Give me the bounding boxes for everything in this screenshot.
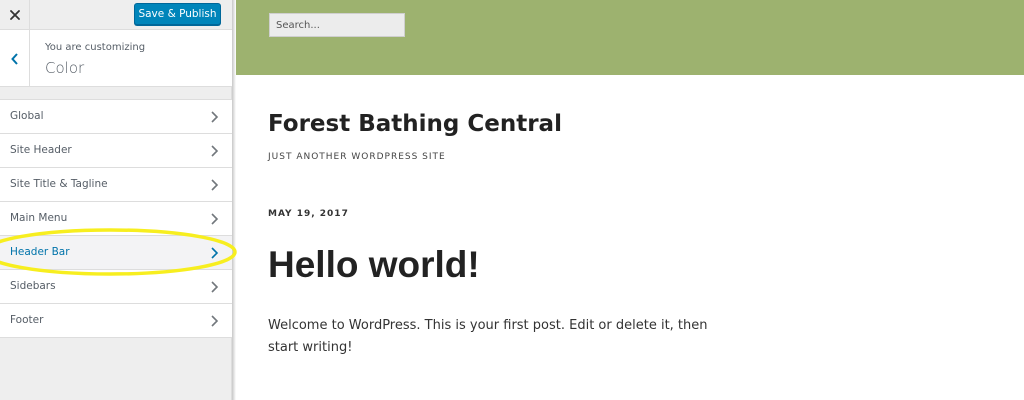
customizing-header: You are customizing Color xyxy=(0,30,232,87)
search-input[interactable] xyxy=(269,13,405,37)
close-icon xyxy=(9,10,20,20)
chevron-right-icon xyxy=(211,179,219,191)
close-button[interactable] xyxy=(0,0,30,30)
post-date[interactable]: MAY 19, 2017 xyxy=(268,209,349,219)
post-excerpt: Welcome to WordPress. This is your first… xyxy=(268,318,708,355)
panel-item-site-header[interactable]: Site Header xyxy=(0,134,232,168)
section-title: Color xyxy=(45,59,85,77)
post-title[interactable]: Hello world! xyxy=(268,244,480,286)
chevron-left-icon xyxy=(10,52,18,65)
panel-item-sidebars[interactable]: Sidebars xyxy=(0,270,232,304)
panel-item-global[interactable]: Global xyxy=(0,100,232,134)
panel-item-site-title-tagline[interactable]: Site Title & Tagline xyxy=(0,168,232,202)
panel-item-main-menu[interactable]: Main Menu xyxy=(0,202,232,236)
panel-label: Site Header xyxy=(10,144,72,156)
chevron-right-icon xyxy=(211,315,219,327)
preview-header-bar xyxy=(236,0,1024,75)
panel-label: Main Menu xyxy=(10,212,68,224)
site-title[interactable]: Forest Bathing Central xyxy=(268,111,562,137)
panel-label: Sidebars xyxy=(10,280,56,292)
panel-label: Header Bar xyxy=(10,246,70,258)
customizer-sidebar: Save & Publish You are customizing Color… xyxy=(0,0,232,400)
chevron-right-icon xyxy=(211,247,219,259)
site-tagline: JUST ANOTHER WORDPRESS SITE xyxy=(268,152,446,162)
chevron-right-icon xyxy=(211,213,219,225)
panel-item-header-bar[interactable]: Header Bar xyxy=(0,236,232,270)
customizer-topbar: Save & Publish xyxy=(0,0,232,30)
panel-label: Global xyxy=(10,110,44,122)
panel-item-footer[interactable]: Footer xyxy=(0,304,232,338)
chevron-right-icon xyxy=(211,111,219,123)
chevron-right-icon xyxy=(211,281,219,293)
panel-label: Footer xyxy=(10,314,44,326)
customizing-label: You are customizing xyxy=(45,42,146,53)
panel-list: Global Site Header Site Title & Tagline … xyxy=(0,99,232,338)
save-publish-button[interactable]: Save & Publish xyxy=(134,3,221,25)
chevron-right-icon xyxy=(211,145,219,157)
panel-label: Site Title & Tagline xyxy=(10,178,108,190)
back-button[interactable] xyxy=(0,30,30,87)
